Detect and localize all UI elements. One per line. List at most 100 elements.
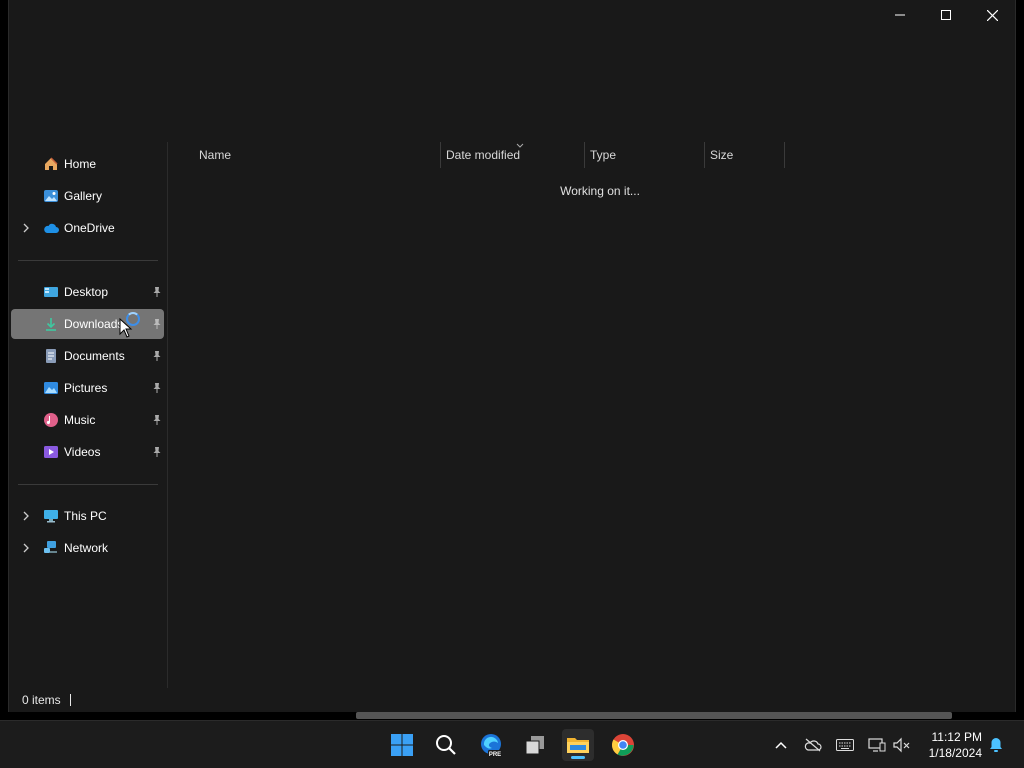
expand-chevron-icon[interactable] [21,221,31,235]
nav-label-downloads: Downloads [64,317,124,331]
nav-item-documents[interactable]: Documents [11,341,164,371]
nav-item-music[interactable]: Music [11,405,164,435]
nav-label-desktop: Desktop [64,285,109,299]
pin-icon [153,287,161,297]
close-icon [986,9,998,21]
start-button[interactable] [386,729,418,761]
nav-label-pictures: Pictures [64,381,108,395]
busy-spinner-icon [126,312,140,326]
edge-badge: PRE [489,752,501,758]
nav-label-this-pc: This PC [64,509,107,523]
bell-icon [990,738,1002,752]
column-header-date-modified[interactable]: Date modified [446,142,584,168]
computer-icon [44,510,58,523]
file-explorer-window: Home Gallery OneDrive Desktop Downloads [8,0,1016,712]
search-button[interactable] [430,729,462,761]
column-header-type[interactable]: Type [590,142,704,168]
download-arrow-icon [46,318,56,331]
show-hidden-icons-button[interactable] [771,735,791,755]
column-label: Date modified [446,148,521,162]
network-icon [44,541,57,553]
file-list-pane[interactable]: Name Date modified Type Size Working on … [168,142,1016,688]
volume-tray-button[interactable] [892,735,912,755]
minimize-button[interactable] [877,0,923,30]
nav-item-network[interactable]: Network [11,533,164,563]
column-divider[interactable] [784,142,785,168]
documents-icon [46,349,56,363]
keyboard-tray-button[interactable] [835,735,855,755]
onedrive-offline-icon [804,738,822,752]
music-icon [44,413,58,427]
nav-item-onedrive[interactable]: OneDrive [11,213,164,243]
pin-icon [153,415,161,425]
item-count: 0 items [22,693,61,707]
loading-message: Working on it... [560,184,640,198]
title-bar[interactable] [9,0,1015,30]
column-divider[interactable] [704,142,705,168]
nav-item-gallery[interactable]: Gallery [11,181,164,211]
window-controls [877,0,1015,30]
pin-icon [153,447,161,457]
system-clock[interactable]: 11:12 PM 1/18/2024 [929,729,982,761]
pin-icon [153,351,161,361]
nav-item-this-pc[interactable]: This PC [11,501,164,531]
onedrive-cloud-icon [44,223,59,233]
expand-chevron-icon[interactable] [21,509,31,523]
status-bar: 0 items [9,688,1015,712]
nav-label-documents: Documents [64,349,125,363]
nav-item-pictures[interactable]: Pictures [11,373,164,403]
horizontal-scrollbar[interactable] [356,712,952,719]
nav-label-gallery: Gallery [64,189,103,203]
column-header-name[interactable]: Name [199,142,439,168]
pin-icon [153,319,161,329]
nav-item-downloads[interactable]: Downloads [11,309,164,339]
nav-item-home[interactable]: Home [11,149,164,179]
toolbar-area [9,30,1015,140]
search-icon [436,735,456,755]
minimize-icon [895,14,905,16]
nav-label-music: Music [64,413,96,427]
windows-logo-icon [391,734,413,756]
nav-label-network: Network [64,541,109,555]
nav-item-videos[interactable]: Videos [11,437,164,467]
clock-time: 11:12 PM [931,730,982,744]
close-button[interactable] [969,0,1015,30]
column-label: Name [199,148,232,162]
pin-icon [153,383,161,393]
onedrive-tray-button[interactable] [803,735,823,755]
sort-chevron-icon [516,143,524,148]
column-header-size[interactable]: Size [710,142,784,168]
chrome-icon [612,734,634,756]
nav-label-videos: Videos [64,445,101,459]
network-tray-button[interactable] [867,735,887,755]
active-indicator [571,756,585,759]
chrome-button[interactable] [607,729,639,761]
edge-browser-icon: PRE [481,734,502,758]
notifications-button[interactable] [986,735,1006,755]
videos-icon [44,446,58,458]
nav-item-desktop[interactable]: Desktop [11,277,164,307]
expand-chevron-icon[interactable] [21,541,31,555]
desktop-icon [44,287,58,297]
pictures-icon [44,382,58,394]
keyboard-icon [836,739,854,751]
folder-icon [567,738,589,753]
maximize-button[interactable] [923,0,969,30]
chevron-up-icon [775,741,787,749]
task-view-icon [525,736,544,755]
column-divider[interactable] [584,142,585,168]
file-explorer-taskbar-button[interactable] [562,729,594,761]
edge-preview-button[interactable]: PRE [475,729,507,761]
maximize-icon [941,10,951,20]
gallery-icon [44,190,58,202]
nav-separator [18,484,158,485]
nav-separator [18,260,158,261]
taskbar: PRE 11:12 PM 1/18/2024 [0,720,1024,768]
clock-date: 1/18/2024 [928,746,982,760]
network-display-icon [868,738,886,752]
nav-label-onedrive: OneDrive [64,221,115,235]
task-view-button[interactable] [519,729,551,761]
column-divider[interactable] [440,142,441,168]
column-label: Type [590,148,617,162]
nav-label-home: Home [64,157,97,171]
